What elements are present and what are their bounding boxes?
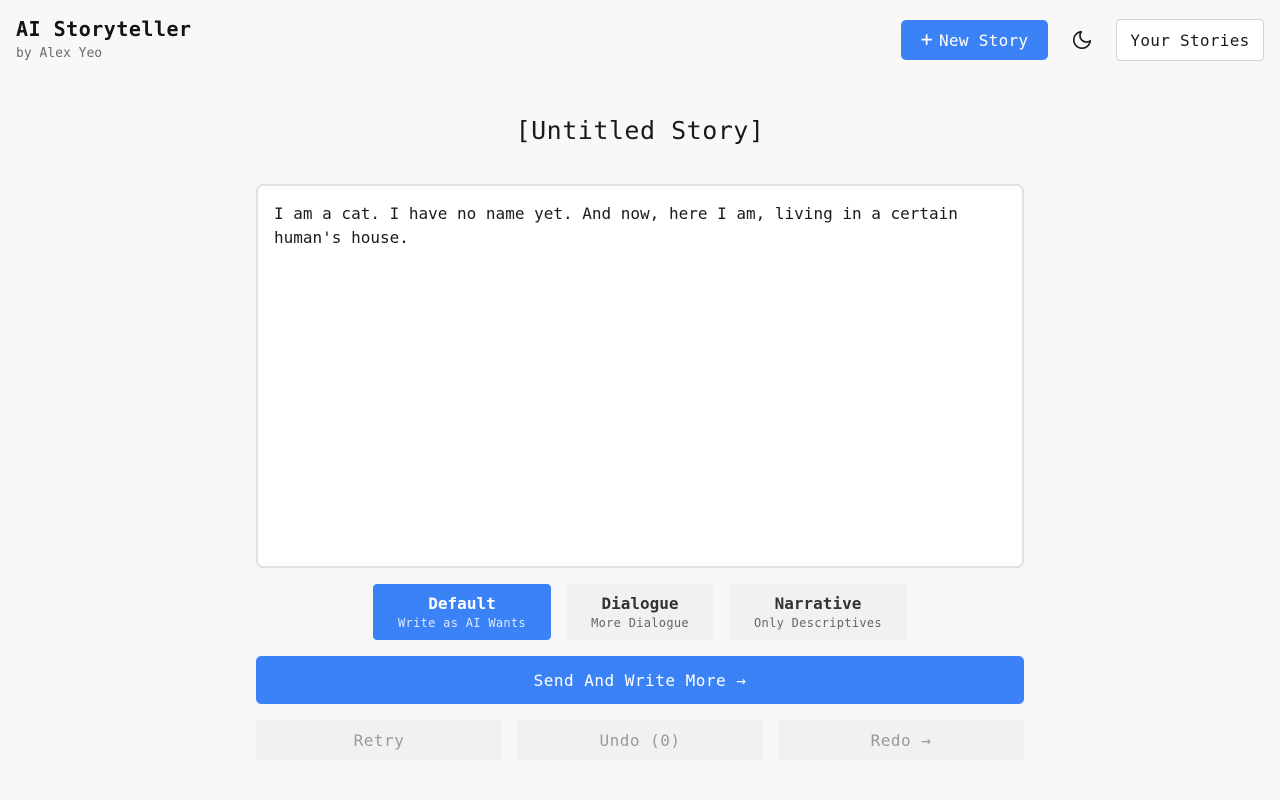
send-and-write-more-button[interactable]: Send And Write More → [256, 656, 1024, 704]
mode-label: Narrative [774, 594, 862, 613]
mode-narrative-button[interactable]: Narrative Only Descriptives [729, 584, 907, 640]
new-story-label: New Story [938, 30, 1029, 50]
story-title[interactable]: [Untitled Story] [0, 116, 1280, 145]
story-editor[interactable]: I am a cat. I have no name yet. And now,… [256, 184, 1024, 568]
app-title: AI Storyteller [16, 17, 192, 41]
plus-icon: + [920, 27, 933, 51]
mode-description: Write as AI Wants [398, 616, 526, 630]
mode-description: More Dialogue [591, 616, 689, 630]
app-author: by Alex Yeo [16, 46, 103, 61]
mode-default-button[interactable]: Default Write as AI Wants [373, 584, 551, 640]
mode-description: Only Descriptives [754, 616, 882, 630]
app-header: AI Storyteller by Alex Yeo + New Story Y… [0, 0, 1280, 80]
undo-button[interactable]: Undo (0) [517, 720, 763, 760]
mode-dialogue-button[interactable]: Dialogue More Dialogue [567, 584, 713, 640]
theme-toggle-button[interactable] [1066, 24, 1098, 56]
new-story-button[interactable]: + New Story [901, 20, 1048, 60]
retry-button[interactable]: Retry [256, 720, 502, 760]
moon-icon [1072, 30, 1092, 50]
mode-label: Dialogue [601, 594, 679, 613]
your-stories-button[interactable]: Your Stories [1116, 19, 1264, 61]
redo-button[interactable]: Redo → [778, 720, 1024, 760]
mode-label: Default [428, 594, 496, 613]
